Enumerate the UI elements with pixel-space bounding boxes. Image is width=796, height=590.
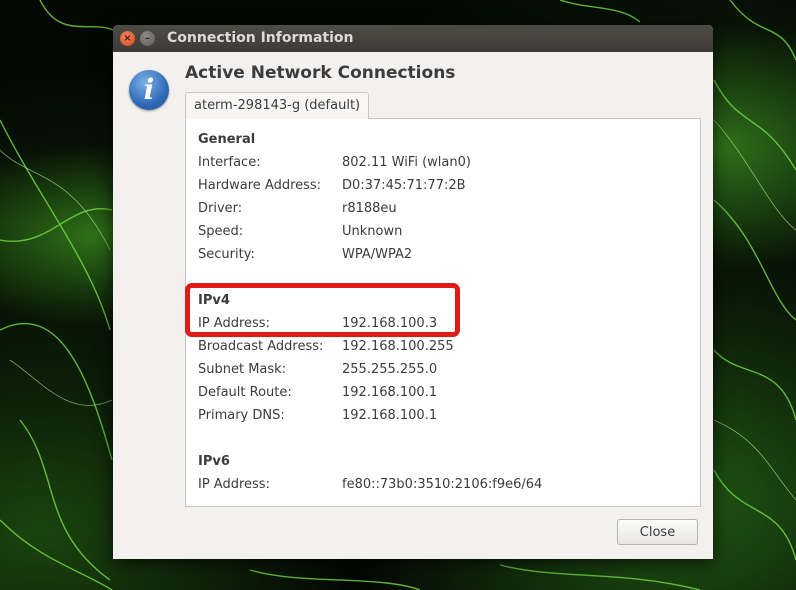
label-ip-address-v6: IP Address: — [198, 477, 270, 492]
info-icon: i — [129, 70, 169, 110]
value-speed: Unknown — [342, 224, 403, 239]
value-broadcast-address: 192.168.100.255 — [342, 339, 454, 354]
minimize-icon[interactable]: – — [140, 31, 155, 46]
value-hardware-address: D0:37:45:71:77:2B — [342, 178, 466, 193]
section-title-ipv6: IPv6 — [198, 454, 230, 469]
value-default-route: 192.168.100.1 — [342, 385, 438, 400]
close-icon[interactable]: × — [120, 31, 135, 46]
close-button[interactable]: Close — [617, 519, 698, 545]
value-subnet-mask: 255.255.255.0 — [342, 362, 438, 377]
window-title: Connection Information — [167, 30, 354, 46]
label-speed: Speed: — [198, 224, 244, 239]
label-driver: Driver: — [198, 201, 243, 216]
label-hardware-address: Hardware Address: — [198, 178, 322, 193]
value-driver: r8188eu — [342, 201, 397, 216]
value-interface: 802.11 WiFi (wlan0) — [342, 155, 471, 170]
page-title: Active Network Connections — [185, 63, 456, 83]
connection-info-dialog: × – Connection Information i Active Netw… — [113, 25, 713, 559]
section-title-general: General — [198, 132, 256, 147]
title-bar[interactable]: × – Connection Information — [113, 25, 713, 52]
label-interface: Interface: — [198, 155, 261, 170]
value-security: WPA/WPA2 — [342, 247, 413, 262]
label-primary-dns: Primary DNS: — [198, 408, 285, 423]
label-default-route: Default Route: — [198, 385, 292, 400]
value-ip-address-v6: fe80::73b0:3510:2106:f9e6/64 — [342, 477, 543, 492]
label-subnet-mask: Subnet Mask: — [198, 362, 287, 377]
value-primary-dns: 192.168.100.1 — [342, 408, 438, 423]
label-security: Security: — [198, 247, 255, 262]
ipv4-highlight-box — [185, 283, 460, 337]
label-broadcast-address: Broadcast Address: — [198, 339, 324, 354]
tab-connection[interactable]: aterm-298143-g (default) — [185, 92, 370, 119]
